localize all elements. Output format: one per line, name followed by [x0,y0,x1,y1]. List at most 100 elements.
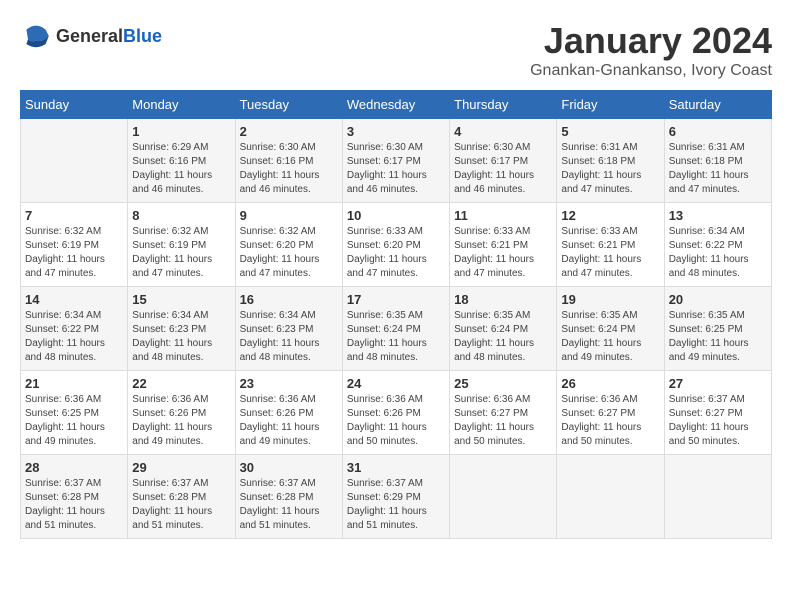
day-detail: Sunrise: 6:36 AMSunset: 6:26 PMDaylight:… [347,393,445,449]
day-detail: Sunrise: 6:37 AMSunset: 6:29 PMDaylight:… [347,477,445,533]
day-number: 10 [347,208,445,223]
main-title: January 2024 [530,20,772,62]
day-number: 16 [240,292,338,307]
day-number: 4 [454,124,552,139]
day-number: 2 [240,124,338,139]
day-number: 17 [347,292,445,307]
day-number: 8 [132,208,230,223]
title-area: January 2024 Gnankan-Gnankanso, Ivory Co… [530,20,772,80]
day-number: 21 [25,376,123,391]
calendar-cell: 6 Sunrise: 6:31 AMSunset: 6:18 PMDaylight… [664,119,771,203]
calendar-table: SundayMondayTuesdayWednesdayThursdayFrid… [20,90,772,539]
day-detail: Sunrise: 6:36 AMSunset: 6:26 PMDaylight:… [132,393,230,449]
day-number: 31 [347,460,445,475]
header-saturday: Saturday [664,91,771,119]
header-thursday: Thursday [450,91,557,119]
calendar-cell: 21Sunrise: 6:36 AMSunset: 6:25 PMDayligh… [21,371,128,455]
logo-text: GeneralBlue [56,26,162,47]
day-detail: Sunrise: 6:36 AMSunset: 6:26 PMDaylight:… [240,393,338,449]
calendar-cell: 27Sunrise: 6:37 AMSunset: 6:27 PMDayligh… [664,371,771,455]
day-detail: Sunrise: 6:35 AMSunset: 6:24 PMDaylight:… [454,309,552,365]
day-detail: Sunrise: 6:37 AMSunset: 6:28 PMDaylight:… [240,477,338,533]
day-number: 6 [669,124,767,139]
calendar-cell: 28 Sunrise: 6:37 AMSunset: 6:28 PMDayligh… [21,455,128,539]
day-number: 14 [25,292,123,307]
day-number: 11 [454,208,552,223]
calendar-cell: 22 Sunrise: 6:36 AMSunset: 6:26 PMDayligh… [128,371,235,455]
logo-blue: Blue [123,26,162,46]
calendar-cell: 7 Sunrise: 6:32 AMSunset: 6:19 PMDaylight… [21,203,128,287]
day-number: 13 [669,208,767,223]
day-number: 12 [561,208,659,223]
calendar-cell: 3Sunrise: 6:30 AMSunset: 6:17 PMDaylight… [342,119,449,203]
calendar-cell: 18 Sunrise: 6:35 AMSunset: 6:24 PMDayligh… [450,287,557,371]
day-detail: Sunrise: 6:33 AMSunset: 6:20 PMDaylight:… [347,225,445,281]
day-detail: Sunrise: 6:32 AMSunset: 6:19 PMDaylight:… [132,225,230,281]
calendar-cell: 26 Sunrise: 6:36 AMSunset: 6:27 PMDayligh… [557,371,664,455]
calendar-cell: 30 Sunrise: 6:37 AMSunset: 6:28 PMDayligh… [235,455,342,539]
calendar-cell: 16 Sunrise: 6:34 AMSunset: 6:23 PMDayligh… [235,287,342,371]
calendar-cell: 19 Sunrise: 6:35 AMSunset: 6:24 PMDayligh… [557,287,664,371]
calendar-cell: 11 Sunrise: 6:33 AMSunset: 6:21 PMDayligh… [450,203,557,287]
calendar-cell: 14 Sunrise: 6:34 AMSunset: 6:22 PMDayligh… [21,287,128,371]
subtitle: Gnankan-Gnankanso, Ivory Coast [530,62,772,80]
calendar-cell: 29Sunrise: 6:37 AMSunset: 6:28 PMDayligh… [128,455,235,539]
day-detail: Sunrise: 6:33 AMSunset: 6:21 PMDaylight:… [454,225,552,281]
day-detail: Sunrise: 6:32 AMSunset: 6:19 PMDaylight:… [25,225,123,281]
day-detail: Sunrise: 6:37 AMSunset: 6:28 PMDaylight:… [25,477,123,533]
day-number: 28 [25,460,123,475]
day-number: 18 [454,292,552,307]
calendar-cell: 12Sunrise: 6:33 AMSunset: 6:21 PMDayligh… [557,203,664,287]
logo-general: General [56,26,123,46]
day-number: 19 [561,292,659,307]
calendar-week-1: 1Sunrise: 6:29 AMSunset: 6:16 PMDaylight… [21,119,772,203]
day-number: 30 [240,460,338,475]
calendar-cell: 10 Sunrise: 6:33 AMSunset: 6:20 PMDayligh… [342,203,449,287]
logo-icon [20,20,52,52]
calendar-cell: 9Sunrise: 6:32 AMSunset: 6:20 PMDaylight… [235,203,342,287]
calendar-week-5: 28 Sunrise: 6:37 AMSunset: 6:28 PMDayligh… [21,455,772,539]
header-wednesday: Wednesday [342,91,449,119]
calendar-week-3: 14 Sunrise: 6:34 AMSunset: 6:22 PMDayligh… [21,287,772,371]
day-number: 23 [240,376,338,391]
calendar-week-4: 21Sunrise: 6:36 AMSunset: 6:25 PMDayligh… [21,371,772,455]
calendar-cell: 31 Sunrise: 6:37 AMSunset: 6:29 PMDayligh… [342,455,449,539]
day-detail: Sunrise: 6:30 AMSunset: 6:17 PMDaylight:… [454,141,552,197]
calendar-cell: 1Sunrise: 6:29 AMSunset: 6:16 PMDaylight… [128,119,235,203]
day-number: 9 [240,208,338,223]
calendar-cell: 25Sunrise: 6:36 AMSunset: 6:27 PMDayligh… [450,371,557,455]
day-detail: Sunrise: 6:34 AMSunset: 6:23 PMDaylight:… [240,309,338,365]
day-detail: Sunrise: 6:30 AMSunset: 6:16 PMDaylight:… [240,141,338,197]
day-number: 20 [669,292,767,307]
day-detail: Sunrise: 6:34 AMSunset: 6:22 PMDaylight:… [25,309,123,365]
calendar-header-row: SundayMondayTuesdayWednesdayThursdayFrid… [21,91,772,119]
day-number: 7 [25,208,123,223]
day-number: 26 [561,376,659,391]
day-number: 25 [454,376,552,391]
header-friday: Friday [557,91,664,119]
calendar-cell: 23 Sunrise: 6:36 AMSunset: 6:26 PMDayligh… [235,371,342,455]
calendar-cell: 17 Sunrise: 6:35 AMSunset: 6:24 PMDayligh… [342,287,449,371]
day-detail: Sunrise: 6:35 AMSunset: 6:24 PMDaylight:… [347,309,445,365]
calendar-cell [557,455,664,539]
day-detail: Sunrise: 6:29 AMSunset: 6:16 PMDaylight:… [132,141,230,197]
calendar-cell: 24Sunrise: 6:36 AMSunset: 6:26 PMDayligh… [342,371,449,455]
header: GeneralBlue January 2024 Gnankan-Gnankan… [20,20,772,80]
day-detail: Sunrise: 6:37 AMSunset: 6:28 PMDaylight:… [132,477,230,533]
calendar-week-2: 7 Sunrise: 6:32 AMSunset: 6:19 PMDaylight… [21,203,772,287]
calendar-cell [450,455,557,539]
day-detail: Sunrise: 6:35 AMSunset: 6:24 PMDaylight:… [561,309,659,365]
day-number: 3 [347,124,445,139]
day-detail: Sunrise: 6:31 AMSunset: 6:18 PMDaylight:… [561,141,659,197]
day-detail: Sunrise: 6:34 AMSunset: 6:23 PMDaylight:… [132,309,230,365]
header-sunday: Sunday [21,91,128,119]
day-detail: Sunrise: 6:36 AMSunset: 6:27 PMDaylight:… [561,393,659,449]
calendar-cell: 20Sunrise: 6:35 AMSunset: 6:25 PMDayligh… [664,287,771,371]
day-number: 15 [132,292,230,307]
calendar-cell: 13Sunrise: 6:34 AMSunset: 6:22 PMDayligh… [664,203,771,287]
day-detail: Sunrise: 6:37 AMSunset: 6:27 PMDaylight:… [669,393,767,449]
logo: GeneralBlue [20,20,162,52]
day-detail: Sunrise: 6:31 AMSunset: 6:18 PMDaylight:… [669,141,767,197]
day-number: 22 [132,376,230,391]
calendar-cell [21,119,128,203]
